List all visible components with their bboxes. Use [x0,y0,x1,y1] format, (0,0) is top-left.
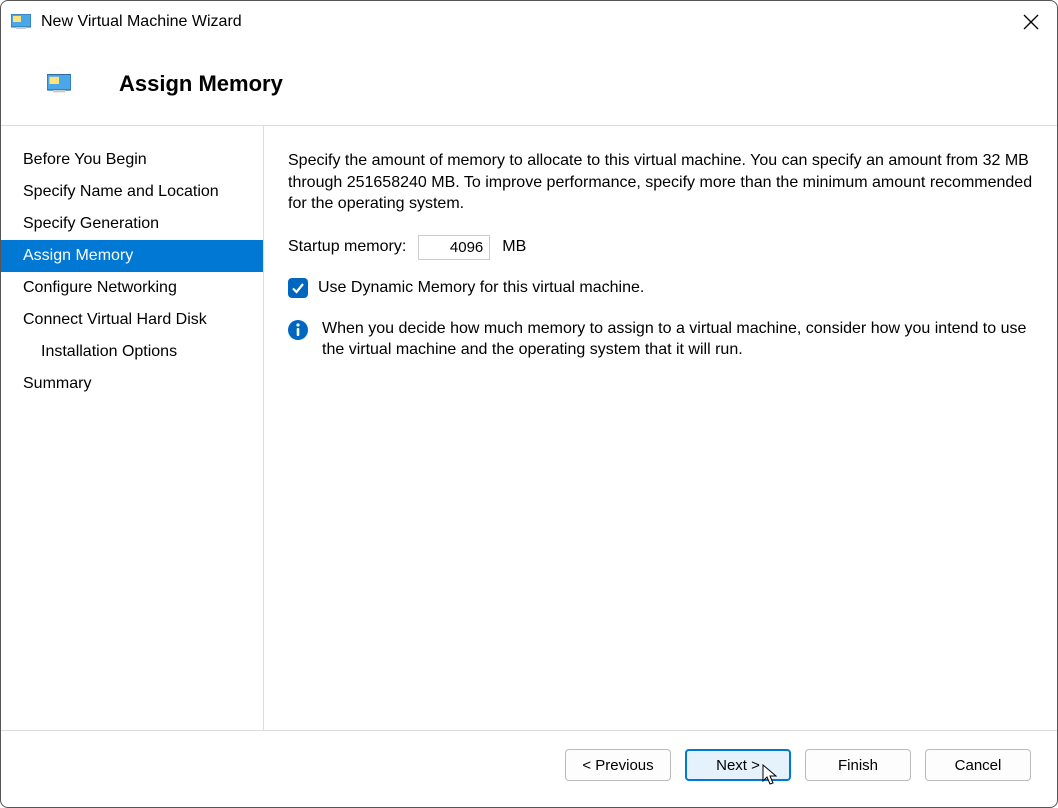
wizard-step-item[interactable]: Specify Name and Location [1,176,263,208]
titlebar: New Virtual Machine Wizard [1,1,1057,43]
wizard-step-item[interactable]: Specify Generation [1,208,263,240]
app-monitor-icon [11,14,31,30]
content-area: Before You BeginSpecify Name and Locatio… [1,126,1057,730]
main-panel: Specify the amount of memory to allocate… [264,126,1057,730]
info-text: When you decide how much memory to assig… [322,318,1033,361]
wizard-step-item[interactable]: Connect Virtual Hard Disk [1,304,263,336]
dynamic-memory-label: Use Dynamic Memory for this virtual mach… [318,279,644,297]
header-monitor-icon [47,74,71,94]
dynamic-memory-checkbox[interactable] [288,278,308,298]
wizard-step-item[interactable]: Installation Options [1,336,263,368]
dynamic-memory-row: Use Dynamic Memory for this virtual mach… [288,278,1033,298]
checkmark-icon [291,281,305,295]
finish-button[interactable]: Finish [805,749,911,781]
cancel-button[interactable]: Cancel [925,749,1031,781]
window-title: New Virtual Machine Wizard [41,13,1015,31]
startup-memory-row: Startup memory: MB [288,235,1033,260]
startup-memory-label: Startup memory: [288,238,406,256]
wizard-step-item[interactable]: Before You Begin [1,144,263,176]
page-title: Assign Memory [119,71,283,97]
close-icon [1023,14,1039,30]
wizard-step-item[interactable]: Assign Memory [1,240,263,272]
wizard-step-item[interactable]: Configure Networking [1,272,263,304]
button-bar: < Previous Next > Finish Cancel [1,731,1057,807]
startup-memory-input[interactable] [418,235,490,260]
wizard-window: New Virtual Machine Wizard Assign Memory… [0,0,1058,808]
close-button[interactable] [1015,6,1047,38]
previous-button[interactable]: < Previous [565,749,671,781]
next-button[interactable]: Next > [685,749,791,781]
wizard-steps-sidebar: Before You BeginSpecify Name and Locatio… [1,126,263,730]
wizard-header: Assign Memory [1,43,1057,125]
info-row: When you decide how much memory to assig… [288,318,1033,361]
memory-description: Specify the amount of memory to allocate… [288,150,1033,215]
wizard-step-item[interactable]: Summary [1,368,263,400]
startup-memory-unit: MB [502,238,526,256]
info-icon [288,320,308,340]
